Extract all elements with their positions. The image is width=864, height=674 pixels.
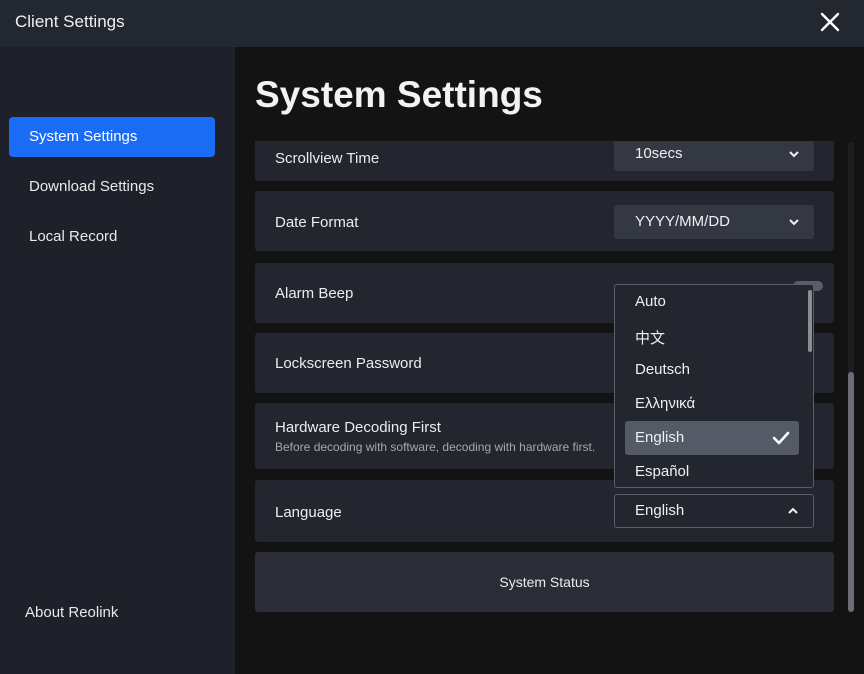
sidebar-item-about[interactable]: About Reolink xyxy=(25,604,118,621)
setting-label: Language xyxy=(275,504,342,521)
option-label: Español xyxy=(635,463,690,480)
setting-description: Before decoding with software, decoding … xyxy=(275,440,596,454)
language-option[interactable]: Español xyxy=(625,455,799,487)
option-label: English xyxy=(635,429,685,446)
settings-scrollbar-thumb[interactable] xyxy=(848,372,854,612)
sidebar-item-system-settings[interactable]: System Settings xyxy=(9,117,215,157)
chevron-down-icon xyxy=(789,219,799,226)
sidebar-item-download-settings[interactable]: Download Settings xyxy=(9,167,215,207)
language-option-selected[interactable]: English xyxy=(625,421,799,455)
window-title: Client Settings xyxy=(15,12,125,31)
scrollview-time-select[interactable]: 10secs xyxy=(614,141,814,171)
main-panel: System Settings Scrollview Time 10secs D… xyxy=(235,47,864,674)
select-value: 10secs xyxy=(635,145,683,162)
title-bar: Client Settings xyxy=(0,0,864,47)
language-option[interactable]: Deutsch xyxy=(625,353,799,387)
date-format-select[interactable]: YYYY/MM/DD xyxy=(614,205,814,239)
select-value: YYYY/MM/DD xyxy=(635,213,731,230)
option-label: Ελληνικά xyxy=(635,395,696,412)
language-select[interactable]: English xyxy=(614,494,814,528)
language-option[interactable]: 中文 xyxy=(625,319,799,353)
setting-label: Alarm Beep xyxy=(275,285,354,302)
checkmark-icon xyxy=(772,431,790,445)
option-label: Auto xyxy=(635,293,666,310)
setting-label: Scrollview Time xyxy=(275,150,380,167)
language-option[interactable]: Ελληνικά xyxy=(625,387,799,421)
page-title: System Settings xyxy=(255,74,543,115)
select-value: English xyxy=(635,502,685,519)
sidebar: System Settings Download Settings Local … xyxy=(0,47,235,674)
sidebar-item-local-record[interactable]: Local Record xyxy=(9,217,215,257)
system-status-button[interactable]: System Status xyxy=(255,552,834,612)
chevron-down-icon xyxy=(789,151,799,158)
chevron-up-icon xyxy=(788,507,798,514)
dropdown-scrollbar[interactable] xyxy=(808,290,812,352)
setting-label: Date Format xyxy=(275,214,359,231)
close-icon[interactable] xyxy=(818,10,842,34)
setting-label: Hardware Decoding First xyxy=(275,419,441,436)
setting-label: Lockscreen Password xyxy=(275,355,422,372)
option-label: Deutsch xyxy=(635,361,691,378)
setting-row-scrollview-time: Scrollview Time 10secs xyxy=(255,141,834,181)
option-label: 中文 xyxy=(635,330,666,347)
language-option[interactable]: Auto xyxy=(625,285,799,319)
setting-row-language: Language English xyxy=(255,480,834,542)
setting-row-date-format: Date Format YYYY/MM/DD xyxy=(255,191,834,251)
language-dropdown: Auto 中文 Deutsch Ελληνικά English Español xyxy=(614,284,814,488)
